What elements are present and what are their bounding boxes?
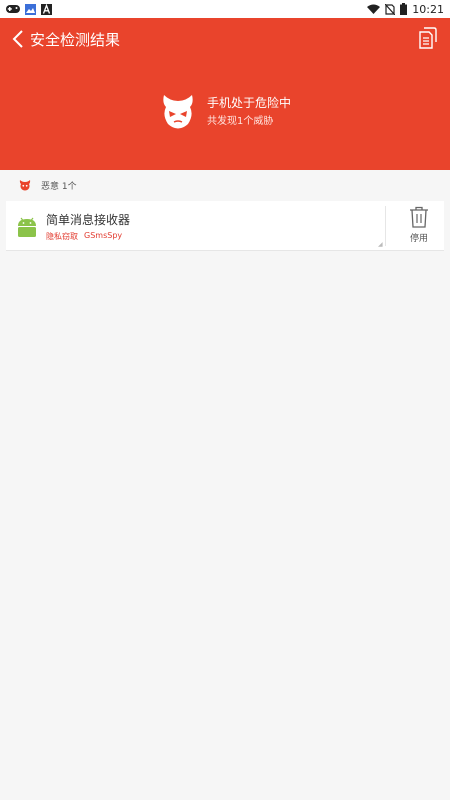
disable-label: 停用 bbox=[409, 234, 428, 244]
app-bar: 安全检测结果 bbox=[0, 18, 450, 60]
wifi-icon bbox=[367, 4, 381, 14]
section-label: 恶意 1个 bbox=[41, 181, 77, 192]
image-icon bbox=[25, 3, 36, 15]
status-bar: 10:21 bbox=[0, 0, 450, 18]
document-icon bbox=[419, 27, 437, 49]
tag-family: GSmsSpy bbox=[84, 231, 123, 240]
vertical-divider bbox=[385, 206, 386, 246]
android-icon bbox=[18, 217, 36, 237]
threat-tags: 隐私窃取 GSmsSpy bbox=[46, 231, 122, 242]
summary-text: 手机处于危险中 共发现1个威胁 bbox=[207, 95, 291, 128]
section-header-malicious: 恶意 1个 bbox=[0, 175, 450, 195]
threat-item[interactable]: 简单消息接收器 隐私窃取 GSmsSpy ◢ 停用 bbox=[6, 201, 444, 251]
status-right: 10:21 bbox=[367, 3, 444, 16]
summary-title: 手机处于危险中 bbox=[207, 95, 292, 110]
summary-subtitle: 共发现1个威胁 bbox=[207, 115, 274, 127]
clock: 10:21 bbox=[412, 2, 444, 16]
back-button[interactable] bbox=[8, 27, 28, 51]
no-sim-icon bbox=[385, 3, 396, 15]
app-name: 简单消息接收器 bbox=[46, 213, 131, 227]
tag-category: 隐私窃取 bbox=[46, 232, 78, 241]
page-title: 安全检测结果 bbox=[30, 31, 121, 49]
disable-button[interactable]: 停用 bbox=[398, 206, 440, 248]
a-icon bbox=[41, 3, 52, 15]
trash-icon bbox=[410, 206, 428, 228]
chevron-left-icon bbox=[12, 30, 23, 48]
devil-face-icon bbox=[160, 91, 196, 131]
gamepad-icon bbox=[6, 5, 20, 13]
status-left bbox=[6, 3, 52, 15]
threat-summary: 手机处于危险中 共发现1个威胁 bbox=[160, 91, 291, 131]
header: 安全检测结果 手机处于危险中 共发现1个威胁 bbox=[0, 18, 450, 170]
report-button[interactable] bbox=[418, 27, 440, 51]
battery-icon bbox=[400, 3, 408, 15]
devil-badge-icon bbox=[19, 180, 31, 191]
corner-indicator: ◢ bbox=[378, 241, 383, 248]
